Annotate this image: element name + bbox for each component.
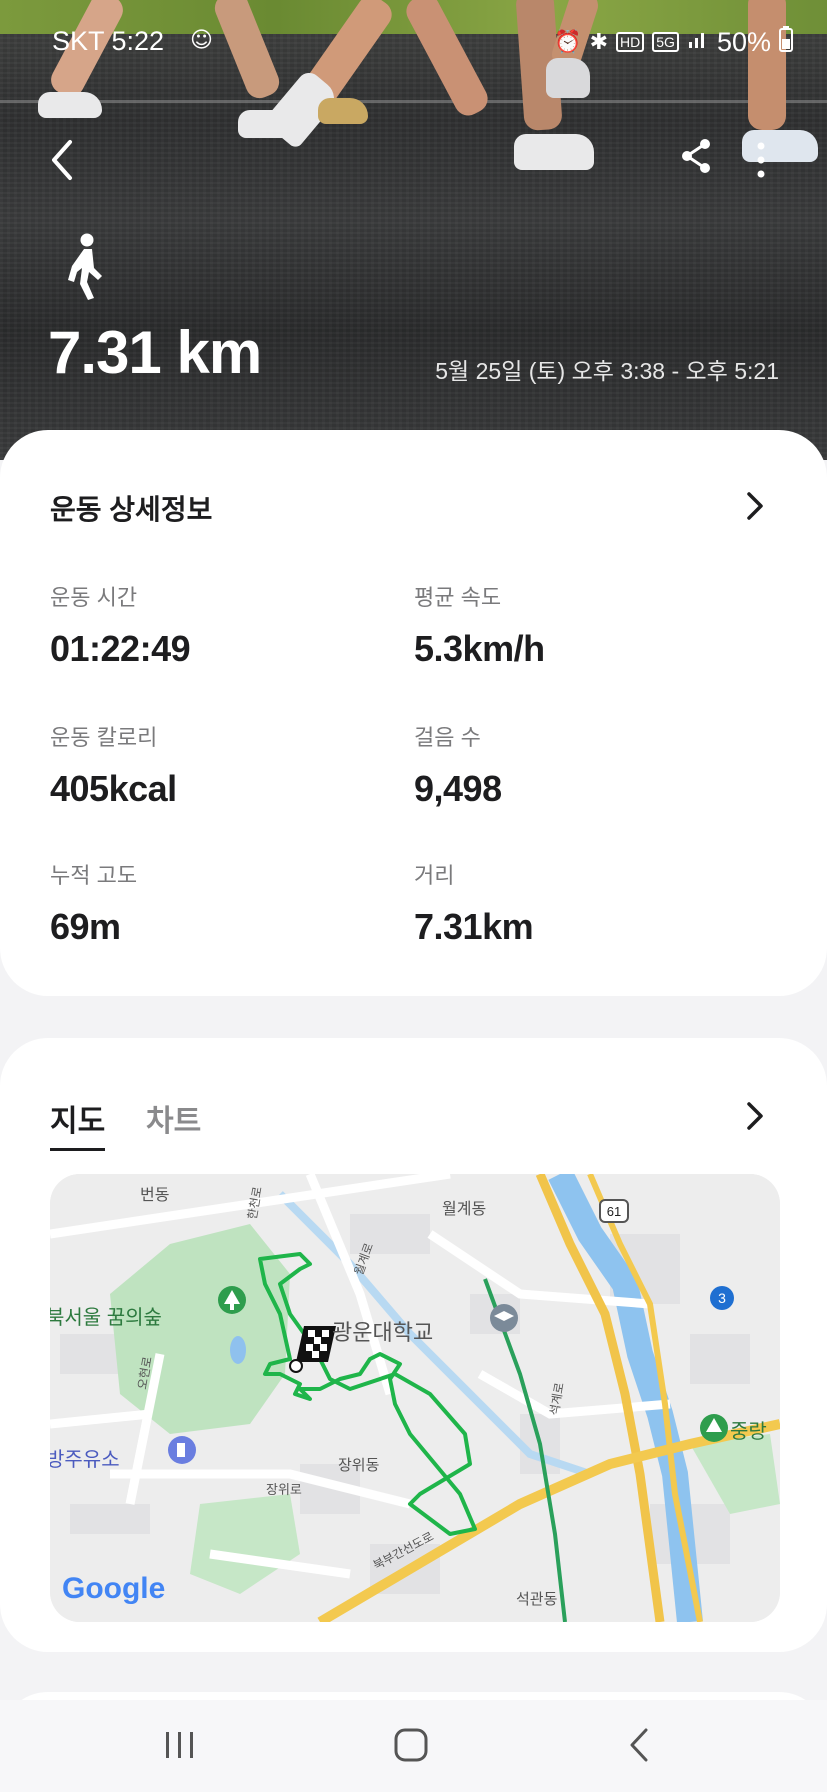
back-button[interactable] bbox=[44, 130, 94, 190]
home-button[interactable] bbox=[382, 1720, 442, 1770]
chevron-right-icon bbox=[747, 492, 763, 520]
tab-chart[interactable]: 차트 bbox=[146, 1096, 201, 1140]
stat-label: 평균 속도 bbox=[414, 585, 502, 610]
road-texture bbox=[0, 34, 827, 460]
status-bar: SKT 5:22 ☺ ⏰ ✱ HD 5G 50% bbox=[0, 22, 827, 62]
signal-icon bbox=[687, 28, 709, 56]
mascot-icon: ☺ bbox=[190, 28, 213, 53]
recents-icon bbox=[166, 1732, 193, 1758]
share-icon bbox=[682, 139, 710, 173]
stat-label: 운동 칼로리 bbox=[50, 725, 158, 750]
walking-icon bbox=[68, 233, 102, 300]
stat-steps: 걸음 수 9,498 bbox=[414, 720, 734, 810]
stat-workout-time: 운동 시간 01:22:49 bbox=[50, 580, 370, 670]
svg-text:월계동: 월계동 bbox=[442, 1200, 486, 1218]
hero-banner: SKT 5:22 ☺ ⏰ ✱ HD 5G 50% 7.31 km 5월 25일 … bbox=[0, 0, 827, 460]
stat-label: 거리 bbox=[414, 863, 455, 888]
pond bbox=[230, 1336, 246, 1364]
park-pin-east-icon bbox=[700, 1414, 728, 1442]
stat-label: 누적 고도 bbox=[50, 863, 138, 888]
stat-value: 69m bbox=[50, 906, 121, 947]
svg-text:북서울 꿈의숲: 북서울 꿈의숲 bbox=[50, 1306, 162, 1329]
svg-text:61: 61 bbox=[607, 1204, 621, 1219]
stat-label: 걸음 수 bbox=[414, 725, 481, 750]
system-navigation-bar bbox=[0, 1700, 827, 1792]
more-options-button[interactable] bbox=[751, 136, 781, 186]
stat-calories: 운동 칼로리 405kcal bbox=[50, 720, 370, 810]
share-button[interactable] bbox=[677, 136, 727, 186]
chevron-left-icon bbox=[52, 140, 72, 180]
hero-distance: 7.31 km bbox=[48, 319, 262, 386]
alarm-icon: ⏰ bbox=[554, 29, 582, 54]
svg-text:3: 3 bbox=[718, 1290, 726, 1306]
gas-station-pin-icon bbox=[168, 1436, 196, 1464]
detail-card-title: 운동 상세정보 bbox=[50, 494, 213, 525]
google-logo: Google bbox=[62, 1572, 165, 1605]
system-back-button[interactable] bbox=[612, 1720, 672, 1770]
stat-value: 9,498 bbox=[414, 768, 502, 809]
chevron-right-icon bbox=[747, 1102, 763, 1130]
svg-text:장위로: 장위로 bbox=[266, 1482, 302, 1497]
status-time: SKT 5:22 bbox=[52, 26, 165, 56]
route-map[interactable]: 61 3 번동 월계동 북서울 꿈의숲 광운대학교 방주유소 장위동 장위로 석… bbox=[50, 1174, 780, 1622]
top-navigation bbox=[0, 130, 827, 190]
route-61-shield: 61 bbox=[599, 1199, 629, 1223]
stat-value: 5.3km/h bbox=[414, 628, 545, 669]
hd-icon: HD bbox=[616, 32, 645, 52]
5g-icon: 5G bbox=[652, 32, 679, 52]
svg-text:석관동: 석관동 bbox=[516, 1591, 558, 1608]
workout-detail-card: 운동 상세정보 운동 시간 01:22:49 평균 속도 5.3km/h 운동 … bbox=[0, 430, 827, 996]
park-pin-icon bbox=[218, 1286, 246, 1314]
stat-value: 7.31km bbox=[414, 906, 534, 947]
workout-date-range: 5월 25일 (토) 오후 3:38 - 오후 5:21 bbox=[435, 358, 779, 384]
back-icon bbox=[630, 1728, 648, 1762]
university-pin-icon bbox=[490, 1304, 518, 1332]
svg-text:장위동: 장위동 bbox=[338, 1457, 380, 1474]
map-chart-card: 지도 차트 61 3 번동 월계동 북서울 꿈의숲 광운대학교 방주유소 장위동… bbox=[0, 1038, 827, 1652]
stat-value: 405kcal bbox=[50, 768, 177, 809]
stat-label: 운동 시간 bbox=[50, 585, 138, 610]
recents-button[interactable] bbox=[150, 1720, 210, 1770]
home-icon bbox=[394, 1728, 428, 1762]
stat-value: 01:22:49 bbox=[50, 628, 191, 669]
svg-text:광운대학교: 광운대학교 bbox=[332, 1320, 433, 1345]
bluetooth-icon: ✱ bbox=[589, 29, 609, 54]
road-marking bbox=[0, 100, 827, 103]
tab-map[interactable]: 지도 bbox=[50, 1096, 106, 1151]
stat-elevation: 누적 고도 69m bbox=[50, 858, 370, 948]
map-expand-button[interactable] bbox=[739, 1096, 769, 1136]
stat-distance: 거리 7.31km bbox=[414, 858, 734, 948]
svg-text:방주유소: 방주유소 bbox=[50, 1448, 120, 1471]
route-3-shield: 3 bbox=[710, 1286, 734, 1310]
battery-icon bbox=[779, 26, 793, 58]
stat-average-speed: 평균 속도 5.3km/h bbox=[414, 580, 734, 670]
svg-text:번동: 번동 bbox=[140, 1186, 169, 1204]
svg-text:중랑: 중랑 bbox=[730, 1420, 767, 1443]
more-vertical-icon bbox=[757, 142, 765, 178]
map-canvas: 61 3 번동 월계동 북서울 꿈의숲 광운대학교 방주유소 장위동 장위로 석… bbox=[50, 1174, 780, 1622]
detail-expand-button[interactable] bbox=[739, 486, 769, 526]
battery-percent: 50% bbox=[716, 26, 771, 57]
